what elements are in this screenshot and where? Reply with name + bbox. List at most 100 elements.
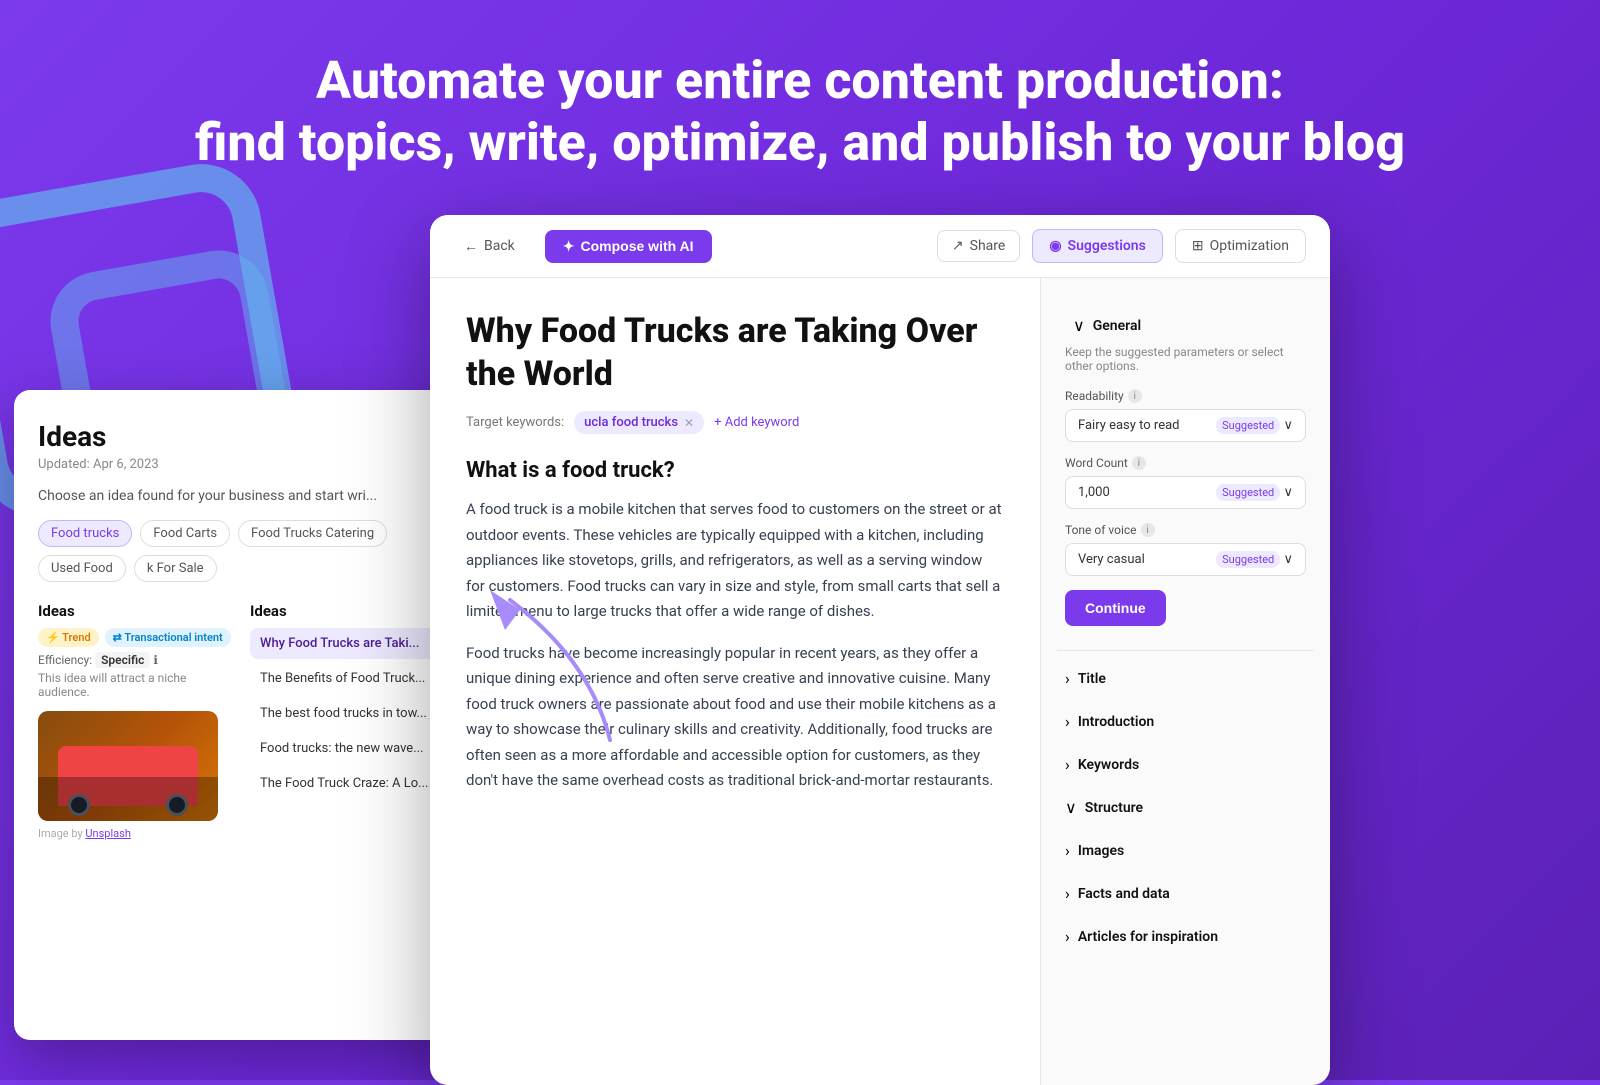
tab-optimization-label: Optimization bbox=[1210, 238, 1289, 254]
food-truck-image bbox=[38, 711, 218, 821]
keywords-label: Target keywords: bbox=[466, 415, 564, 430]
keywords-section-header[interactable]: › Keywords bbox=[1057, 745, 1314, 784]
list-item[interactable]: The Benefits of Food Truck... bbox=[250, 663, 450, 694]
readability-label: Readability i bbox=[1065, 389, 1306, 403]
keywords-row: Target keywords: ucla food trucks ✕ + Ad… bbox=[466, 411, 1004, 434]
header-line1: Automate your entire content production: bbox=[316, 50, 1284, 111]
back-button[interactable]: ← Back bbox=[454, 232, 525, 261]
tone-info-icon[interactable]: i bbox=[1141, 523, 1155, 537]
efficiency-value: Specific bbox=[95, 652, 150, 668]
share-button[interactable]: ↗ Share bbox=[937, 230, 1020, 262]
suggestions-icon: ◉ bbox=[1049, 238, 1061, 254]
tone-chevron-icon: ∨ bbox=[1283, 552, 1293, 567]
word-count-value: 1,000 bbox=[1078, 485, 1110, 500]
title-chevron-right-icon: › bbox=[1065, 669, 1070, 688]
page-header: Automate your entire content production:… bbox=[0, 30, 1600, 195]
structure-section-header[interactable]: ∨ Structure bbox=[1057, 788, 1314, 827]
keyword-remove-icon[interactable]: ✕ bbox=[684, 416, 694, 430]
readability-suggested-badge: Suggested bbox=[1216, 417, 1280, 434]
list-item[interactable]: Food trucks: the new wave... bbox=[250, 733, 450, 764]
ideas-columns: Ideas ⚡ Trend ⇄ Transactional intent Eff… bbox=[38, 602, 450, 840]
tag-used-food[interactable]: Used Food bbox=[38, 555, 126, 582]
tone-label: Tone of voice i bbox=[1065, 523, 1306, 537]
list-item[interactable]: Why Food Trucks are Taki... bbox=[250, 628, 450, 659]
images-chevron-right-icon: › bbox=[1065, 841, 1070, 860]
section-heading: What is a food truck? bbox=[466, 458, 1004, 483]
tone-suggested-badge: Suggested bbox=[1216, 551, 1280, 568]
tag-food-carts[interactable]: Food Carts bbox=[140, 520, 230, 547]
keyword-tag[interactable]: ucla food trucks ✕ bbox=[574, 411, 704, 434]
readability-value: Fairy easy to read bbox=[1078, 418, 1180, 433]
introduction-chevron-right-icon: › bbox=[1065, 712, 1070, 731]
general-section-title: General bbox=[1093, 318, 1298, 334]
articles-section-label: Articles for inspiration bbox=[1078, 929, 1306, 945]
general-description: Keep the suggested parameters or select … bbox=[1065, 345, 1306, 373]
sidebar-section-facts: › Facts and data bbox=[1057, 874, 1314, 913]
word-count-select[interactable]: 1,000 Suggested ∨ bbox=[1065, 476, 1306, 509]
ideas-description: Choose an idea found for your business a… bbox=[38, 488, 450, 504]
divider-1 bbox=[1057, 650, 1314, 651]
continue-button[interactable]: Continue bbox=[1065, 590, 1166, 626]
word-count-info-icon[interactable]: i bbox=[1132, 456, 1146, 470]
general-section-header[interactable]: ∨ General bbox=[1065, 306, 1306, 345]
title-section-label: Title bbox=[1078, 671, 1306, 687]
articles-section-header[interactable]: › Articles for inspiration bbox=[1057, 917, 1314, 956]
word-count-chevron-icon: ∨ bbox=[1283, 485, 1293, 500]
truck-body bbox=[58, 746, 198, 806]
back-arrow-icon: ← bbox=[464, 238, 478, 255]
readability-info-icon[interactable]: i bbox=[1128, 389, 1142, 403]
tab-optimization[interactable]: ⊞ Optimization bbox=[1175, 229, 1306, 263]
header-line2: find topics, write, optimize, and publis… bbox=[195, 112, 1405, 173]
keyword-text: ucla food trucks bbox=[584, 415, 678, 430]
trend-badge: ⚡ Trend bbox=[38, 628, 99, 647]
tab-suggestions[interactable]: ◉ Suggestions bbox=[1032, 229, 1163, 263]
images-section-header[interactable]: › Images bbox=[1057, 831, 1314, 870]
add-keyword-button[interactable]: + Add keyword bbox=[714, 415, 799, 430]
introduction-section-header[interactable]: › Introduction bbox=[1057, 702, 1314, 741]
tag-k-for-sale[interactable]: k For Sale bbox=[134, 555, 217, 582]
facts-section-header[interactable]: › Facts and data bbox=[1057, 874, 1314, 913]
optimization-icon: ⊞ bbox=[1192, 238, 1204, 254]
word-count-label: Word Count i bbox=[1065, 456, 1306, 470]
compose-label: Compose with AI bbox=[581, 238, 694, 254]
truck-wheel-right bbox=[166, 794, 188, 816]
ideas-updated: Updated: Apr 6, 2023 bbox=[38, 457, 450, 472]
share-label: Share bbox=[970, 238, 1006, 254]
compose-icon: ✦ bbox=[563, 238, 575, 255]
sidebar-section-images: › Images bbox=[1057, 831, 1314, 870]
keywords-section-label: Keywords bbox=[1078, 757, 1306, 773]
sidebar-section-articles: › Articles for inspiration bbox=[1057, 917, 1314, 956]
readability-chevron-icon: ∨ bbox=[1283, 418, 1293, 433]
arrow-decoration bbox=[430, 580, 630, 760]
share-icon: ↗ bbox=[952, 238, 964, 254]
ideas-list-title: Ideas bbox=[250, 602, 450, 620]
image-credit: Image by Unsplash bbox=[38, 827, 238, 840]
keywords-chevron-right-icon: › bbox=[1065, 755, 1070, 774]
list-item[interactable]: The Food Truck Craze: A Lo... bbox=[250, 768, 450, 799]
efficiency-text: Efficiency: Specific ℹ bbox=[38, 653, 238, 667]
niche-text: This idea will attract a niche audience. bbox=[38, 671, 238, 699]
articles-chevron-right-icon: › bbox=[1065, 927, 1070, 946]
images-section-label: Images bbox=[1078, 843, 1306, 859]
word-count-suggested-badge: Suggested bbox=[1216, 484, 1280, 501]
sidebar-section-title: › Title bbox=[1057, 659, 1314, 698]
introduction-section-label: Introduction bbox=[1078, 714, 1306, 730]
list-item[interactable]: The best food trucks in tow... bbox=[250, 698, 450, 729]
tag-food-trucks-catering[interactable]: Food Trucks Catering bbox=[238, 520, 387, 547]
general-section: ∨ General Keep the suggested parameters … bbox=[1057, 294, 1314, 642]
tone-select[interactable]: Very casual Suggested ∨ bbox=[1065, 543, 1306, 576]
unsplash-link[interactable]: Unsplash bbox=[85, 827, 130, 840]
continue-label: Continue bbox=[1085, 600, 1146, 616]
title-section-header[interactable]: › Title bbox=[1057, 659, 1314, 698]
structure-chevron-down-icon: ∨ bbox=[1065, 798, 1077, 817]
readability-select[interactable]: Fairy easy to read Suggested ∨ bbox=[1065, 409, 1306, 442]
add-keyword-label: + Add keyword bbox=[714, 415, 799, 430]
ideas-panel: Ideas Updated: Apr 6, 2023 Choose an ide… bbox=[14, 390, 474, 1040]
facts-section-label: Facts and data bbox=[1078, 886, 1306, 902]
compose-ai-button[interactable]: ✦ Compose with AI bbox=[545, 230, 712, 263]
tab-suggestions-label: Suggestions bbox=[1068, 238, 1146, 254]
article-title: Why Food Trucks are Taking Over the Worl… bbox=[466, 310, 1004, 395]
topic-column: Ideas ⚡ Trend ⇄ Transactional intent Eff… bbox=[38, 602, 238, 840]
tone-value: Very casual bbox=[1078, 552, 1145, 567]
tag-food-trucks[interactable]: Food trucks bbox=[38, 520, 132, 547]
